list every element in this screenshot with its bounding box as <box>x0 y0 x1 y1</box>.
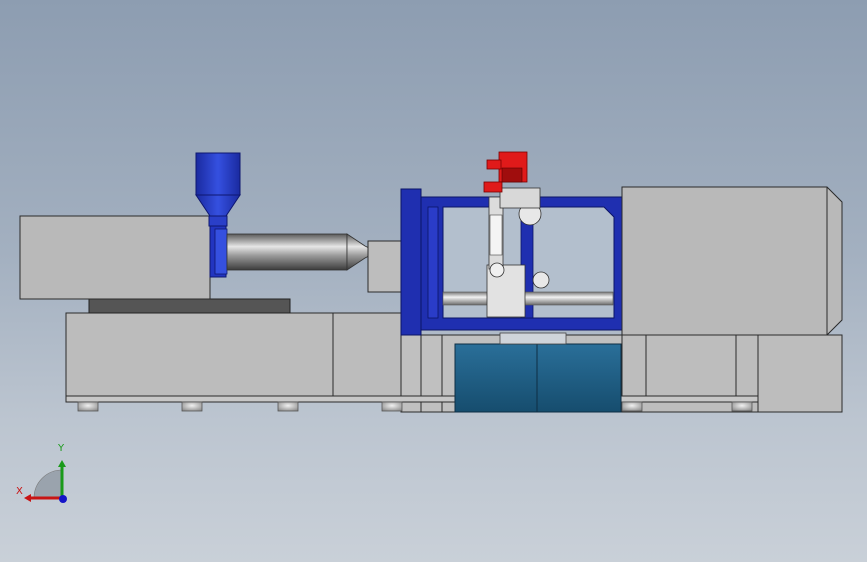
x-axis-label: X <box>16 486 23 497</box>
mold-tank <box>454 332 622 413</box>
injection-carriage <box>88 298 291 314</box>
robot-gripper <box>483 151 528 193</box>
y-axis-label: Y <box>58 443 65 454</box>
stationary-platen <box>367 240 403 293</box>
model-assembly[interactable] <box>0 0 867 562</box>
tie-bar <box>442 291 614 306</box>
coordinate-triad: X Y <box>14 440 74 510</box>
injection-unit-housing <box>19 215 211 300</box>
injection-barrel <box>226 233 378 271</box>
triad-plane-icon <box>33 469 63 499</box>
graphics-viewport[interactable]: X Y <box>0 0 867 562</box>
clamp-unit-housing <box>621 186 843 336</box>
z-axis-dot-icon <box>59 495 67 503</box>
